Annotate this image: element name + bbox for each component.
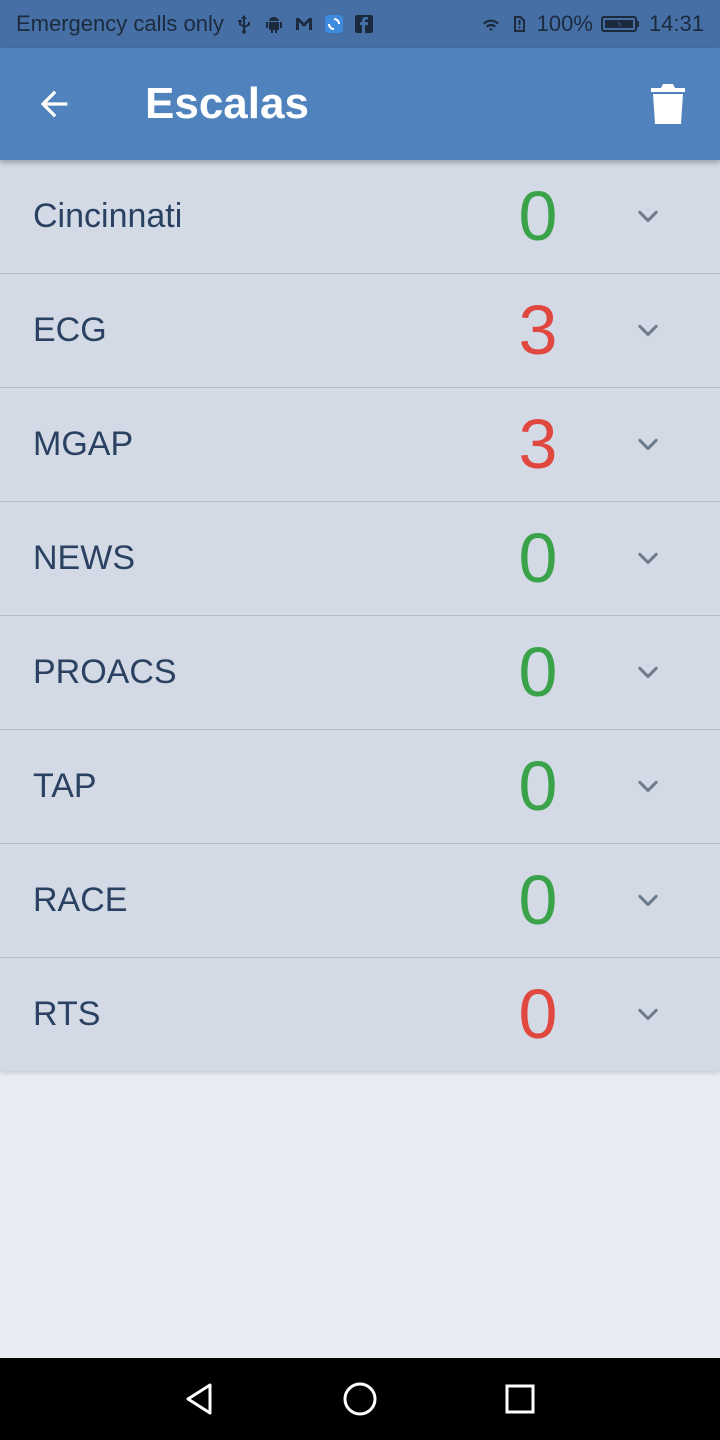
chevron-down-icon[interactable] xyxy=(632,543,664,575)
scale-score: 0 xyxy=(518,519,558,597)
scale-row-cincinnati[interactable]: Cincinnati 0 xyxy=(0,160,720,274)
nav-back-button[interactable] xyxy=(176,1375,224,1423)
back-button[interactable] xyxy=(22,72,86,136)
chevron-down-icon[interactable] xyxy=(632,201,664,233)
usb-icon xyxy=(234,14,254,34)
scale-name: ECG xyxy=(33,311,107,349)
sync-app-icon xyxy=(324,14,344,34)
chevron-down-icon[interactable] xyxy=(632,429,664,461)
nav-home-button[interactable] xyxy=(336,1375,384,1423)
scale-score: 3 xyxy=(518,405,558,483)
scale-name: RACE xyxy=(33,881,128,919)
chevron-down-icon[interactable] xyxy=(632,771,664,803)
scale-row-mgap[interactable]: MGAP 3 xyxy=(0,388,720,502)
scale-score: 0 xyxy=(518,633,558,711)
chevron-down-icon[interactable] xyxy=(632,999,664,1031)
scale-name: NEWS xyxy=(33,539,135,577)
nav-recents-button[interactable] xyxy=(496,1375,544,1423)
wifi-icon xyxy=(481,14,501,34)
sim-alert-icon xyxy=(509,14,529,34)
clock: 14:31 xyxy=(648,11,704,36)
gmail-icon xyxy=(294,14,314,34)
android-icon xyxy=(264,14,284,34)
scale-score: 3 xyxy=(518,291,558,369)
scale-score: 0 xyxy=(518,177,558,255)
status-left: Emergency calls only xyxy=(16,11,374,37)
scale-row-proacs[interactable]: PROACS 0 xyxy=(0,616,720,730)
page-title: Escalas xyxy=(145,79,309,128)
trash-icon xyxy=(651,84,685,124)
scale-name: MGAP xyxy=(33,425,134,463)
delete-button[interactable] xyxy=(638,72,698,136)
facebook-icon xyxy=(354,14,374,34)
chevron-down-icon[interactable] xyxy=(632,315,664,347)
app-bar: Escalas xyxy=(0,48,720,160)
scale-row-ecg[interactable]: ECG 3 xyxy=(0,274,720,388)
system-nav-bar xyxy=(0,1358,720,1440)
scale-score: 0 xyxy=(518,861,558,939)
scale-row-news[interactable]: NEWS 0 xyxy=(0,502,720,616)
arrow-left-icon xyxy=(34,84,74,124)
recents-square-icon xyxy=(500,1379,540,1419)
scale-name: RTS xyxy=(33,995,101,1033)
chevron-down-icon[interactable] xyxy=(632,885,664,917)
chevron-down-icon[interactable] xyxy=(632,657,664,689)
scale-score: 0 xyxy=(518,747,558,825)
carrier-text: Emergency calls only xyxy=(16,11,224,36)
scale-name: TAP xyxy=(33,767,97,805)
scale-name: PROACS xyxy=(33,653,177,691)
back-triangle-icon xyxy=(180,1379,220,1419)
status-right: 100% 14:31 xyxy=(481,11,704,37)
battery-percent: 100% xyxy=(536,11,593,36)
scale-score: 0 xyxy=(518,975,558,1053)
scale-name: Cincinnati xyxy=(33,197,183,235)
status-bar: Emergency calls only 100% 14:31 xyxy=(0,0,720,48)
scale-list: Cincinnati 0 ECG 3 MGAP 3 NEWS 0 PROACS 0 TAP 0 RACE… xyxy=(0,160,720,1071)
home-circle-icon xyxy=(340,1379,380,1419)
scale-row-race[interactable]: RACE 0 xyxy=(0,844,720,958)
battery-icon xyxy=(600,14,641,34)
scale-row-rts[interactable]: RTS 0 xyxy=(0,958,720,1071)
scale-row-tap[interactable]: TAP 0 xyxy=(0,730,720,844)
